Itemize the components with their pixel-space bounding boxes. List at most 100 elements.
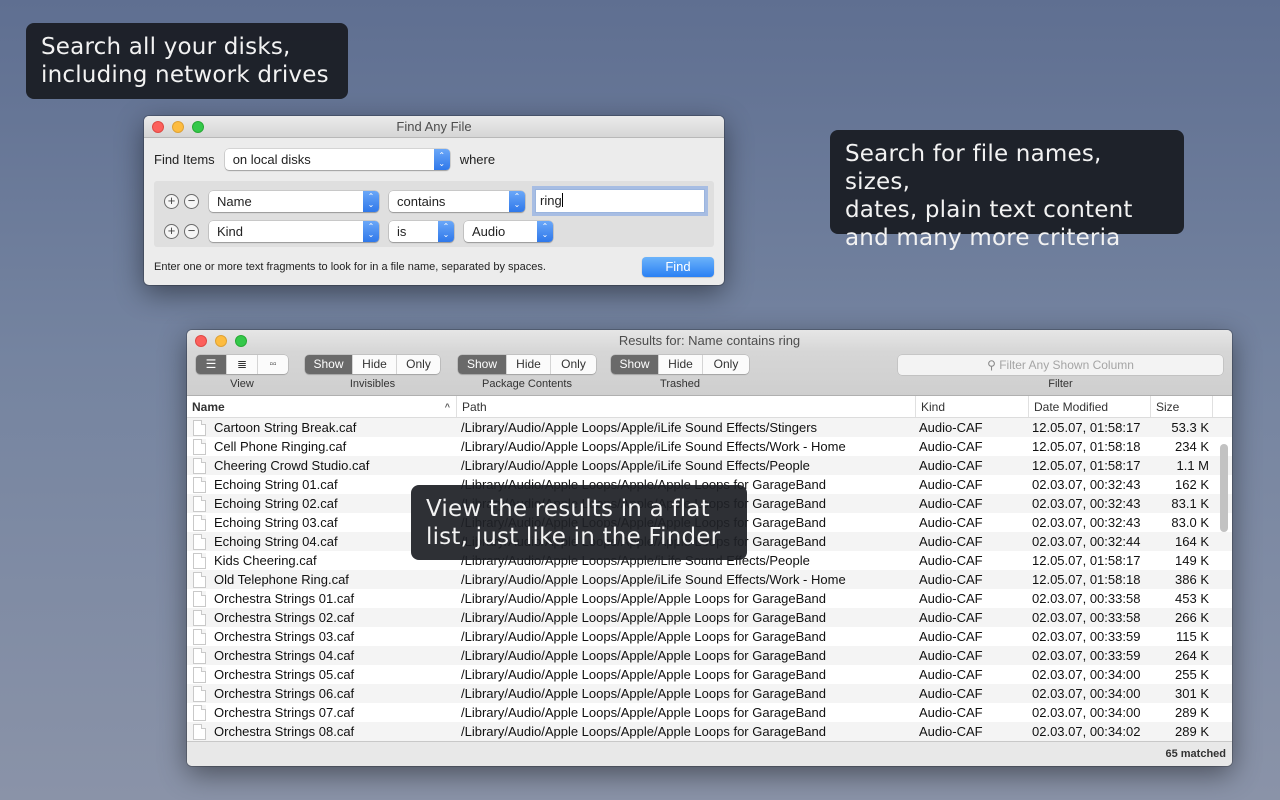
vertical-scrollbar[interactable] bbox=[1220, 444, 1228, 532]
invisibles-show-button[interactable]: Show bbox=[305, 355, 353, 374]
package-hide-button[interactable]: Hide bbox=[507, 355, 551, 374]
document-icon bbox=[193, 628, 206, 645]
size-cell: 301 K bbox=[1175, 686, 1209, 701]
file-name-cell: Orchestra Strings 06.caf bbox=[187, 684, 457, 703]
window-title: Find Any File bbox=[396, 119, 472, 134]
document-icon bbox=[193, 685, 206, 702]
table-row[interactable]: Cell Phone Ringing.caf/Library/Audio/App… bbox=[187, 437, 1232, 456]
file-name: Echoing String 03.caf bbox=[214, 515, 338, 530]
table-row[interactable]: Old Telephone Ring.caf/Library/Audio/App… bbox=[187, 570, 1232, 589]
file-name-cell: Orchestra Strings 03.caf bbox=[187, 627, 457, 646]
size-cell: 264 K bbox=[1175, 648, 1209, 663]
file-name: Orchestra Strings 05.caf bbox=[214, 667, 355, 682]
remove-criterion-icon[interactable]: − bbox=[184, 193, 199, 209]
hint-text: Enter one or more text fragments to look… bbox=[154, 261, 546, 273]
date-modified-cell: 02.03.07, 00:32:43 bbox=[1032, 477, 1141, 492]
column-header-kind[interactable]: Kind bbox=[916, 396, 1029, 417]
minimize-button[interactable] bbox=[215, 335, 227, 347]
package-show-button[interactable]: Show bbox=[458, 355, 507, 374]
trashed-show-button[interactable]: Show bbox=[611, 355, 659, 374]
size-cell: 1.1 M bbox=[1176, 458, 1209, 473]
date-modified-cell: 02.03.07, 00:32:43 bbox=[1032, 496, 1141, 511]
size-cell: 289 K bbox=[1175, 724, 1209, 739]
close-button[interactable] bbox=[195, 335, 207, 347]
kind-cell: Audio-CAF bbox=[919, 648, 983, 663]
file-name: Echoing String 02.caf bbox=[214, 496, 338, 511]
outline-view-icon[interactable]: ≣ bbox=[227, 355, 258, 374]
results-window-titlebar[interactable]: Results for: Name contains ring bbox=[187, 330, 1232, 352]
view-control: ☰ ≣ ▫▫ View bbox=[196, 355, 288, 390]
table-row[interactable]: Cheering Crowd Studio.caf/Library/Audio/… bbox=[187, 456, 1232, 475]
add-criterion-icon[interactable]: + bbox=[164, 193, 179, 209]
table-row[interactable]: Orchestra Strings 07.caf/Library/Audio/A… bbox=[187, 703, 1232, 722]
file-name-cell: Old Telephone Ring.caf bbox=[187, 570, 457, 589]
size-cell: 83.1 K bbox=[1171, 496, 1209, 511]
find-button[interactable]: Find bbox=[642, 257, 714, 277]
column-header-name[interactable]: Name ^ bbox=[187, 396, 457, 417]
operator-popup[interactable]: contains ⌃ ⌄ bbox=[389, 190, 525, 212]
date-modified-cell: 02.03.07, 00:33:59 bbox=[1032, 629, 1141, 644]
list-view-icon[interactable]: ☰ bbox=[196, 355, 227, 374]
scope-popup[interactable]: on local disks ⌃ ⌄ bbox=[224, 149, 450, 170]
callout-search-criteria: Search for file names, sizes, dates, pla… bbox=[830, 130, 1184, 251]
file-name-cell: Orchestra Strings 08.caf bbox=[187, 722, 457, 741]
package-only-button[interactable]: Only bbox=[551, 355, 596, 374]
find-window: Find Any File Find Items on local disks … bbox=[144, 116, 724, 285]
search-text-field[interactable]: ring bbox=[535, 189, 705, 213]
table-row[interactable]: Orchestra Strings 02.caf/Library/Audio/A… bbox=[187, 608, 1232, 627]
remove-criterion-icon[interactable]: − bbox=[184, 223, 199, 239]
document-icon bbox=[193, 647, 206, 664]
path-cell: /Library/Audio/Apple Loops/Apple/Apple L… bbox=[461, 724, 826, 739]
table-row[interactable]: Orchestra Strings 08.caf/Library/Audio/A… bbox=[187, 722, 1232, 741]
trashed-hide-button[interactable]: Hide bbox=[659, 355, 703, 374]
file-name-cell: Orchestra Strings 05.caf bbox=[187, 665, 457, 684]
zoom-button[interactable] bbox=[235, 335, 247, 347]
find-items-label: Find Items bbox=[154, 152, 215, 167]
results-table: Name ^ Path Kind Date Modified Size Cart… bbox=[187, 396, 1232, 741]
grid-view-icon[interactable]: ▫▫ bbox=[258, 355, 288, 374]
scope-value: on local disks bbox=[232, 152, 311, 167]
document-icon bbox=[193, 457, 206, 474]
value-popup[interactable]: Audio ⌃ ⌄ bbox=[464, 220, 553, 242]
document-icon bbox=[193, 476, 206, 493]
status-bar: 65 matched bbox=[187, 741, 1232, 766]
date-modified-cell: 12.05.07, 01:58:17 bbox=[1032, 458, 1141, 473]
operator-popup[interactable]: is ⌃ ⌄ bbox=[389, 220, 454, 242]
date-modified-cell: 02.03.07, 00:32:43 bbox=[1032, 515, 1141, 530]
add-criterion-icon[interactable]: + bbox=[164, 223, 179, 239]
size-cell: 453 K bbox=[1175, 591, 1209, 606]
field-popup[interactable]: Kind ⌃ ⌄ bbox=[209, 220, 379, 242]
updown-chevron-icon: ⌃ ⌄ bbox=[509, 190, 525, 212]
kind-cell: Audio-CAF bbox=[919, 496, 983, 511]
table-row[interactable]: Orchestra Strings 01.caf/Library/Audio/A… bbox=[187, 589, 1232, 608]
document-icon bbox=[193, 666, 206, 683]
column-header-size[interactable]: Size bbox=[1151, 396, 1213, 417]
column-header-path[interactable]: Path bbox=[457, 396, 916, 417]
invisibles-only-button[interactable]: Only bbox=[397, 355, 440, 374]
document-icon bbox=[193, 438, 206, 455]
minimize-button[interactable] bbox=[172, 121, 184, 133]
document-icon bbox=[193, 571, 206, 588]
filter-search-field[interactable]: ⚲ Filter Any Shown Column bbox=[898, 355, 1223, 375]
invisibles-hide-button[interactable]: Hide bbox=[353, 355, 397, 374]
find-window-titlebar[interactable]: Find Any File bbox=[144, 116, 724, 138]
table-row[interactable]: Cartoon String Break.caf/Library/Audio/A… bbox=[187, 418, 1232, 437]
column-header-date-modified[interactable]: Date Modified bbox=[1029, 396, 1151, 417]
file-name: Orchestra Strings 02.caf bbox=[214, 610, 355, 625]
table-row[interactable]: Orchestra Strings 04.caf/Library/Audio/A… bbox=[187, 646, 1232, 665]
table-row[interactable]: Orchestra Strings 05.caf/Library/Audio/A… bbox=[187, 665, 1232, 684]
updown-chevron-icon: ⌃ ⌄ bbox=[537, 220, 553, 242]
file-name-cell: Cartoon String Break.caf bbox=[187, 418, 457, 437]
close-button[interactable] bbox=[152, 121, 164, 133]
document-icon bbox=[193, 419, 206, 436]
criterion-row: + − Name ⌃ ⌄ contains ⌃ ⌄ ring bbox=[164, 186, 706, 216]
size-cell: 149 K bbox=[1175, 553, 1209, 568]
zoom-button[interactable] bbox=[192, 121, 204, 133]
table-row[interactable]: Orchestra Strings 03.caf/Library/Audio/A… bbox=[187, 627, 1232, 646]
kind-cell: Audio-CAF bbox=[919, 553, 983, 568]
field-popup[interactable]: Name ⌃ ⌄ bbox=[209, 190, 379, 212]
operator-value: is bbox=[397, 223, 407, 239]
path-cell: /Library/Audio/Apple Loops/Apple/Apple L… bbox=[461, 629, 826, 644]
table-row[interactable]: Orchestra Strings 06.caf/Library/Audio/A… bbox=[187, 684, 1232, 703]
trashed-only-button[interactable]: Only bbox=[703, 355, 749, 374]
